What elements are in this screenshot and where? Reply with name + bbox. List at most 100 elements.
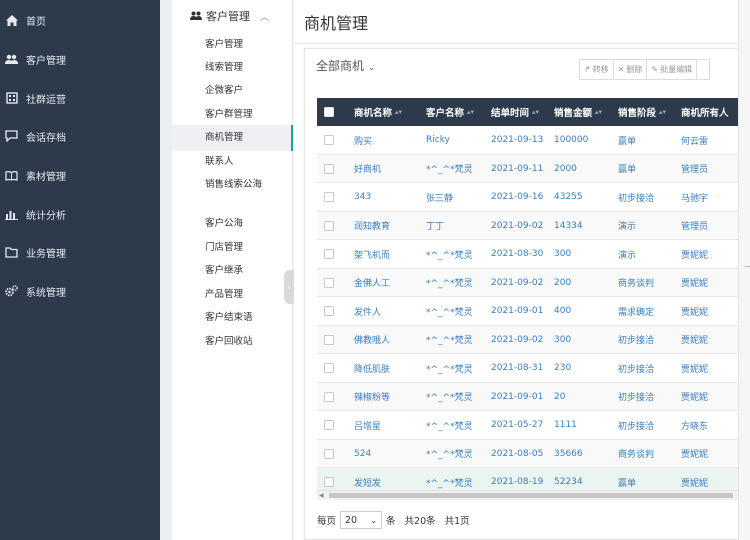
cell-stage[interactable]: 初步接洽 (618, 383, 654, 412)
cell-owner[interactable]: 贾妮妮 (681, 326, 708, 355)
cell-date[interactable]: 2021-09-02 (491, 326, 543, 355)
table-row[interactable]: 343 张三静 2021-09-16 43255 初步接洽 马驰宇 (317, 183, 738, 212)
column-header[interactable]: 商机名称 ▴▾ (354, 98, 402, 126)
row-checkbox[interactable] (324, 297, 334, 326)
cell-date[interactable]: 2021-09-13 (491, 126, 543, 155)
row-checkbox[interactable] (324, 468, 334, 490)
submenu-header[interactable]: 客户管理 ︿ (190, 8, 269, 24)
cell-name[interactable]: 架飞机而 (354, 240, 390, 269)
cell-customer[interactable]: *^_^*梵灵 (426, 354, 473, 383)
cell-date[interactable]: 2021-05-27 (491, 411, 543, 440)
cell-owner[interactable]: 马驰宇 (681, 183, 708, 212)
cell-customer[interactable]: *^_^*梵灵 (426, 468, 473, 490)
column-header[interactable]: 销售阶段 ▴▾ (618, 98, 666, 126)
cell-owner[interactable]: 管理员 (681, 212, 708, 241)
cell-name[interactable]: 购买 (354, 126, 372, 155)
submenu-item[interactable]: 企微客户 (205, 83, 285, 98)
row-checkbox[interactable] (324, 126, 334, 155)
cell-date[interactable]: 2021-08-05 (491, 440, 543, 469)
nav-item-home[interactable]: 首页 (0, 4, 160, 36)
table-row[interactable]: 吕增星 *^_^*梵灵 2021-05-27 1111 初步接洽 方晓东 (317, 411, 738, 440)
cell-name[interactable]: 343 (354, 183, 371, 212)
submenu-item[interactable]: 客户群管理 (205, 107, 285, 122)
batch-edit-button[interactable]: ✎ 批量编辑 (646, 59, 698, 80)
cell-date[interactable]: 2021-09-01 (491, 297, 543, 326)
cell-name[interactable]: 吕增星 (354, 411, 381, 440)
cell-stage[interactable]: 初步接洽 (618, 326, 654, 355)
nav-item-community[interactable]: 社群运营 (0, 82, 160, 114)
horizontal-scrollbar[interactable]: ◀ (317, 490, 738, 500)
cell-owner[interactable]: 贾妮妮 (681, 383, 708, 412)
cell-amount[interactable]: 52234 (554, 468, 583, 490)
cell-name[interactable]: 发件人 (354, 297, 381, 326)
table-row[interactable]: 金佛人工 *^_^*梵灵 2021-09-02 200 商务谈判 贾妮妮 (317, 268, 738, 298)
page-size-select[interactable]: 20 ⌄ (340, 511, 383, 529)
cell-amount[interactable]: 400 (554, 297, 571, 326)
nav-item-statistics[interactable]: 统计分析 (0, 198, 160, 230)
cell-owner[interactable]: 贾妮妮 (681, 269, 708, 298)
cell-amount[interactable]: 14334 (554, 212, 583, 241)
table-row[interactable]: 佛教哦人 *^_^*梵灵 2021-09-02 300 初步接洽 贾妮妮 (317, 325, 738, 355)
cell-stage[interactable]: 初步接洽 (618, 411, 654, 440)
submenu-item[interactable]: 客户管理 (205, 37, 285, 52)
cell-name[interactable]: 润知教育 (354, 212, 390, 241)
submenu-item[interactable]: 客户公海 (205, 216, 285, 231)
submenu-item[interactable]: 客户结束语 (205, 310, 285, 325)
submenu-item[interactable]: 销售线索公海 (205, 177, 265, 192)
cell-amount[interactable]: 230 (554, 354, 571, 383)
more-button[interactable] (696, 59, 711, 80)
cell-amount[interactable]: 2000 (554, 155, 577, 184)
cell-date[interactable]: 2021-08-19 (491, 468, 543, 490)
cell-stage[interactable]: 商务谈判 (618, 440, 654, 469)
cell-stage[interactable]: 初步接洽 (618, 354, 654, 383)
cell-customer[interactable]: *^_^*梵灵 (426, 326, 473, 355)
cell-amount[interactable]: 300 (554, 240, 571, 269)
cell-amount[interactable]: 43255 (554, 183, 583, 212)
select-all-checkbox[interactable] (324, 98, 334, 126)
cell-amount[interactable]: 20 (554, 383, 565, 412)
table-row[interactable]: 好商机 *^_^*梵灵 2021-09-11 2000 赢单 管理员 (317, 154, 738, 184)
submenu-item[interactable]: 客户继承 (205, 263, 285, 278)
cell-customer[interactable]: *^_^*梵灵 (426, 411, 473, 440)
nav-item-customers[interactable]: 客户管理 (0, 43, 160, 75)
table-row[interactable]: 发短发 *^_^*梵灵 2021-08-19 52234 赢单 贾妮妮 (317, 468, 738, 490)
row-checkbox[interactable] (324, 383, 334, 412)
cell-date[interactable]: 2021-08-30 (491, 240, 543, 269)
table-row[interactable]: 降低肌肤 *^_^*梵灵 2021-08-31 230 初步接洽 贾妮妮 (317, 354, 738, 383)
cell-name[interactable]: 金佛人工 (354, 269, 390, 298)
cell-stage[interactable]: 需求确定 (618, 297, 654, 326)
cell-date[interactable]: 2021-09-11 (491, 155, 543, 184)
cell-customer[interactable]: 张三静 (426, 183, 453, 212)
table-row[interactable]: 架飞机而 *^_^*梵灵 2021-08-30 300 演示 贾妮妮 (317, 240, 738, 269)
opportunity-filter-dropdown[interactable]: 全部商机 ⌄ (316, 57, 375, 74)
collapse-handle[interactable]: ‹ (284, 270, 294, 304)
cell-customer[interactable]: *^_^*梵灵 (426, 269, 473, 298)
vertical-scrollbar[interactable] (738, 0, 750, 540)
scrollbar-thumb[interactable] (329, 493, 733, 498)
cell-owner[interactable]: 贾妮妮 (681, 440, 708, 469)
cell-name[interactable]: 降低肌肤 (354, 354, 390, 383)
column-header[interactable]: 销售金额 ▴▾ (554, 98, 602, 126)
column-header[interactable]: 商机所有人 (681, 98, 729, 126)
row-checkbox[interactable] (324, 326, 334, 355)
row-checkbox[interactable] (324, 354, 334, 383)
nav-item-business[interactable]: 业务管理 (0, 236, 160, 268)
column-header[interactable]: 客户名称 ▴▾ (426, 98, 474, 126)
cell-name[interactable]: 佛教哦人 (354, 326, 390, 355)
nav-item-system[interactable]: 系统管理 (0, 275, 160, 307)
cell-date[interactable]: 2021-09-02 (491, 269, 543, 298)
cell-amount[interactable]: 1111 (554, 411, 577, 440)
row-checkbox[interactable] (324, 183, 334, 212)
scroll-left-icon[interactable]: ◀ (319, 492, 324, 499)
cell-name[interactable]: 发短发 (354, 468, 381, 490)
submenu-item[interactable]: 客户回收站 (205, 334, 285, 349)
cell-name[interactable]: 好商机 (354, 155, 381, 184)
nav-item-materials[interactable]: 素材管理 (0, 159, 160, 191)
delete-button[interactable]: ✕ 删除 (612, 59, 648, 80)
cell-date[interactable]: 2021-09-02 (491, 212, 543, 241)
table-row[interactable]: 润知教育 丁丁 2021-09-02 14334 演示 管理员 (317, 211, 738, 241)
row-checkbox[interactable] (324, 440, 334, 469)
chevron-up-icon[interactable]: ︿ (260, 10, 269, 23)
submenu-item-active[interactable]: 商机管理 (172, 125, 293, 151)
cell-stage[interactable]: 赢单 (618, 468, 636, 490)
